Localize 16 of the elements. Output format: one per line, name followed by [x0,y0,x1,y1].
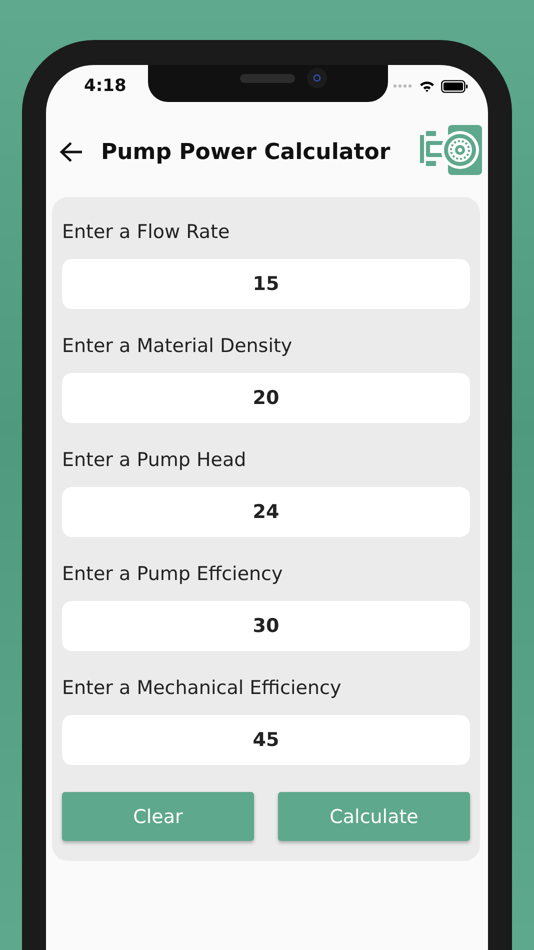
input-field[interactable]: 30 [62,601,470,651]
input-field[interactable]: 45 [62,715,470,765]
back-arrow-icon[interactable] [59,141,83,163]
field-label: Enter a Pump Effciency [62,562,283,587]
field-label: Enter a Flow Rate [62,220,230,245]
battery-icon [441,80,468,92]
status-time: 4:18 [84,76,126,96]
input-field[interactable]: 15 [62,259,470,309]
input-field[interactable]: 20 [62,373,470,423]
screen-title: Pump Power Calculator [101,140,392,164]
field-label: Enter a Material Density [62,334,292,359]
signal-icon [393,84,413,88]
field-label: Enter a Mechanical Efficiency [62,676,342,701]
wifi-icon [419,80,435,92]
field-label: Enter a Pump Head [62,448,246,473]
input-field[interactable]: 24 [62,487,470,537]
